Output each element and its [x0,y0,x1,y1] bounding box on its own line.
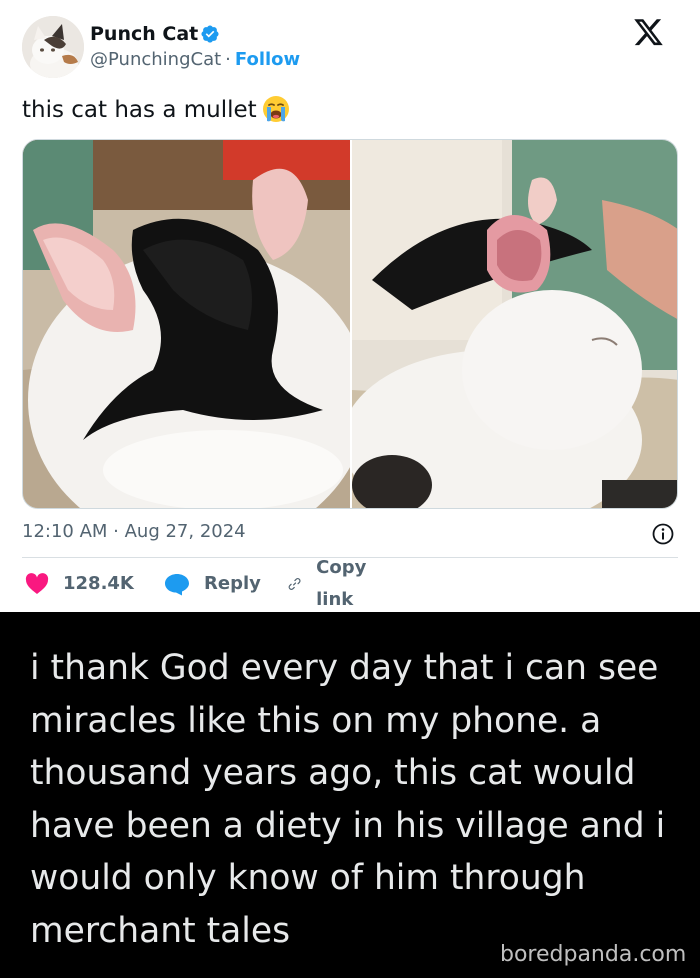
reply-bubble-icon [165,574,189,596]
link-icon [288,578,301,590]
verified-badge-icon [201,25,219,43]
x-logo-icon[interactable] [634,19,664,47]
avatar[interactable] [22,16,84,78]
like-button[interactable]: 128.4K [25,568,134,600]
loudly-crying-face-icon [262,96,289,122]
author-handle[interactable]: @PunchingCat [90,49,221,70]
tweet-text-body: this cat has a mullet [22,97,257,123]
separator-dot: · [225,49,231,70]
reply-label: Reply [204,573,261,594]
reply-button[interactable]: Reply [164,568,261,600]
heart-icon [25,573,49,594]
tweet-timestamp[interactable]: 12:10 AM · Aug 27, 2024 [22,520,246,544]
quote-panel: i thank God every day that i can see mir… [0,612,700,978]
tweet-text: this cat has a mullet [22,94,291,125]
author-name[interactable]: Punch Cat [90,22,198,46]
follow-button[interactable]: Follow [235,49,300,70]
cat-back-of-head-photo[interactable] [23,140,350,509]
author-handle-line: @PunchingCat · Follow [90,48,300,72]
media-grid [22,139,678,509]
tweet-card: Punch Cat @PunchingCat · Follow this cat h… [0,0,700,612]
copy-link-label: Copy link [316,557,367,610]
like-count: 128.4K [63,573,134,594]
quote-text: i thank God every day that i can see mir… [30,648,666,951]
copy-link-button[interactable]: Copy link [287,557,375,610]
watermark: boredpanda.com [500,942,687,967]
info-icon[interactable] [651,522,675,546]
cat-side-profile-photo[interactable] [352,140,678,509]
